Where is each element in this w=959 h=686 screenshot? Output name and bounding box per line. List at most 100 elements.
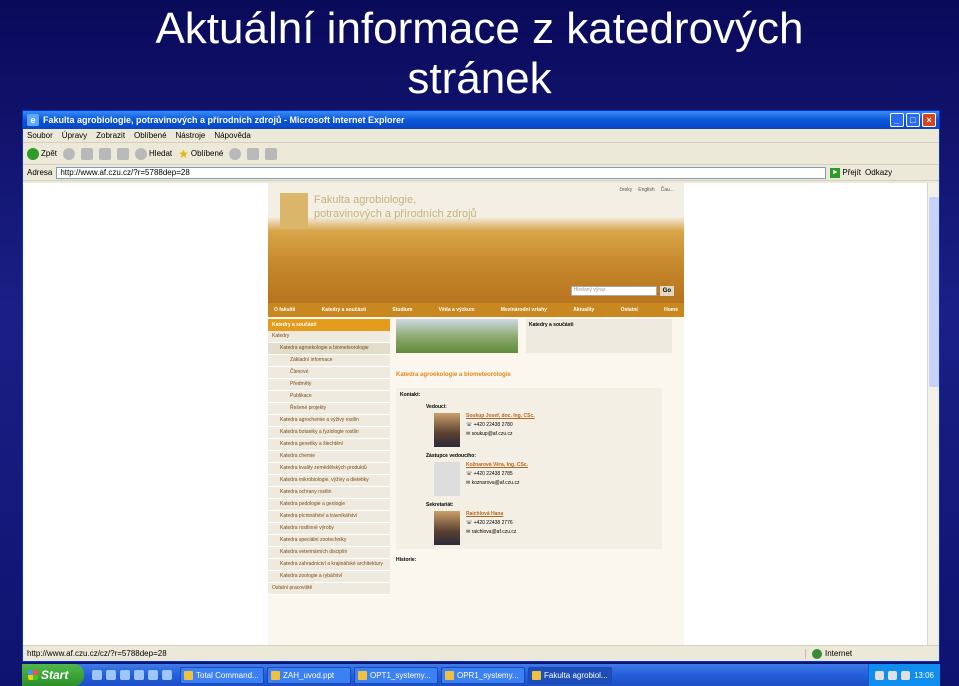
faculty-logo[interactable] (280, 193, 308, 227)
forward-icon[interactable] (63, 147, 76, 160)
faculty-name-line1: Fakulta agrobiologie, (314, 194, 417, 206)
site-nav-item[interactable]: Mezinárodní vztahy (501, 307, 547, 313)
menu-item[interactable]: Úpravy (62, 131, 87, 140)
leftnav-item[interactable]: Řešené projekty (268, 403, 390, 415)
menu-item[interactable]: Nástroje (176, 131, 206, 140)
leftnav-item[interactable]: Katedra kvality zemědělských produktů (268, 463, 390, 475)
main-content: Katedry a součásti Katedra agroekologie … (390, 319, 684, 595)
language-link[interactable]: English (638, 187, 654, 193)
leftnav-item[interactable]: Katedra chemie (268, 451, 390, 463)
site-nav-item[interactable]: Věda a výzkum (439, 307, 475, 313)
faculty-name-line2: potravinových a přírodních zdrojů (314, 208, 477, 220)
leftnav-item[interactable]: Katedra veterinárních disciplín (268, 547, 390, 559)
person-email[interactable]: ✉ soukup@af.czu.cz (466, 431, 535, 437)
site-nav-item[interactable]: Studium (392, 307, 412, 313)
quicklaunch-icon[interactable] (162, 670, 172, 680)
taskbar-button[interactable]: OPR1_systemy... (441, 666, 525, 684)
contact-section: Kontakt: Vedoucí: Soukup Josef, doc. Ing.… (396, 388, 662, 549)
home-icon[interactable] (117, 147, 130, 160)
window-titlebar[interactable]: e Fakulta agrobiologie, potravinových a … (23, 111, 939, 129)
start-button[interactable]: Start (22, 664, 84, 686)
leftnav-item[interactable]: Základní informace (268, 355, 390, 367)
print-icon[interactable] (265, 147, 278, 160)
site-nav-item[interactable]: Home (664, 307, 678, 313)
leftnav-item[interactable]: Katedra speciální zootechniky (268, 535, 390, 547)
slide-title: Aktuální informace z katedrových stránek (0, 4, 959, 104)
taskbar-button[interactable]: ZAH_uvod.ppt (267, 666, 351, 684)
leftnav-item[interactable]: Katedra agrochemie a výživy rostlin (268, 415, 390, 427)
person-info: Kožnarová Věra, Ing. CSc. ☏ +420 22438 27… (466, 462, 528, 496)
address-bar: Adresa http://www.af.czu.cz/?r=5788dep=2… (23, 165, 939, 181)
leftnav-item[interactable]: Katedra botaniky a fyziologie rostlin (268, 427, 390, 439)
contact-role: Zástupce vedoucího: (426, 453, 477, 459)
history-icon[interactable] (229, 147, 242, 160)
quicklaunch-icon[interactable] (148, 670, 158, 680)
leftnav-item[interactable]: Katedra ochrany rostlin (268, 487, 390, 499)
person-email[interactable]: ✉ koznarova@af.czu.cz (466, 480, 528, 486)
quicklaunch-icon[interactable] (134, 670, 144, 680)
app-icon (184, 670, 193, 680)
site-nav-item[interactable]: Katedry a součásti (322, 307, 366, 313)
person-email[interactable]: ✉ raichlova@af.czu.cz (466, 529, 516, 535)
refresh-icon[interactable] (99, 147, 112, 160)
scrollbar-thumb[interactable] (929, 197, 939, 387)
menu-item[interactable]: Oblíbené (134, 131, 166, 140)
menu-item[interactable]: Nápověda (214, 131, 250, 140)
site-nav-item[interactable]: Aktuality (573, 307, 594, 313)
site-search-go-button[interactable]: Go (659, 286, 674, 296)
mail-icon[interactable] (247, 147, 260, 160)
language-link[interactable]: Čau... (661, 187, 674, 193)
back-label: Zpět (41, 149, 58, 158)
leftnav-item[interactable]: Předměty (268, 379, 390, 391)
language-link[interactable]: česky (619, 187, 632, 193)
leftnav-item[interactable]: Katedra pícninářství a trávníkářství (268, 511, 390, 523)
close-button[interactable]: × (922, 113, 936, 127)
minimize-button[interactable]: _ (890, 113, 904, 127)
menu-item[interactable]: Soubor (27, 131, 53, 140)
tray-icon[interactable] (900, 670, 910, 680)
tray-icon[interactable] (874, 670, 884, 680)
quicklaunch-icon[interactable] (92, 670, 102, 680)
menu-item[interactable]: Zobrazit (96, 131, 125, 140)
quicklaunch-icon[interactable] (106, 670, 116, 680)
leftnav-item[interactable]: Katedra genetiky a šlechtění (268, 439, 390, 451)
site-search-input[interactable]: Hledaný výraz (570, 286, 657, 296)
back-button[interactable]: Zpět (27, 147, 58, 160)
person-phone: ☏ +420 22438 2785 (466, 471, 513, 477)
site-nav-item[interactable]: O fakultě (274, 307, 295, 313)
leftnav-item[interactable]: Katedra mikrobiologie, výživy a dietetik… (268, 475, 390, 487)
ie-icon: e (27, 114, 39, 126)
tray-icon[interactable] (887, 670, 897, 680)
favorites-label: Oblíbené (190, 149, 224, 158)
favorites-button[interactable]: ★ Oblíbené (178, 148, 223, 160)
taskbar-button[interactable]: Fakulta agrobiol... (528, 666, 612, 684)
person-name-link[interactable]: Raichlová Hana (466, 511, 516, 517)
leftnav-item[interactable]: Katedra agroekologie a biometeorologie (268, 343, 390, 355)
person-name-link[interactable]: Soukup Josef, doc. Ing. CSc. (466, 413, 535, 419)
leftnav-item[interactable]: Katedra zahradnictví a krajinářské archi… (268, 559, 390, 571)
leftnav-item[interactable]: Katedra zoologie a rybářství (268, 571, 390, 583)
leftnav-item[interactable]: Publikace (268, 391, 390, 403)
maximize-button[interactable]: □ (906, 113, 920, 127)
person-photo (434, 413, 460, 447)
leftnav-item[interactable]: Katedry (268, 331, 390, 343)
leftnav-item[interactable]: Členové (268, 367, 390, 379)
leftnav-heading[interactable]: Katedry a součásti (268, 319, 390, 331)
quicklaunch-icon[interactable] (120, 670, 130, 680)
taskbar-button[interactable]: Total Command... (180, 666, 264, 684)
go-button[interactable]: ► Přejít (830, 167, 861, 178)
site-nav-item[interactable]: Ostatní (621, 307, 638, 313)
links-label[interactable]: Odkazy (865, 168, 892, 177)
search-button[interactable]: Hledat (135, 147, 172, 160)
leftnav-item[interactable]: Katedra pedologie a geologie (268, 499, 390, 511)
stop-icon[interactable] (81, 147, 94, 160)
leftnav-item[interactable]: Katedra rostlinné výroby (268, 523, 390, 535)
leftnav-item[interactable]: Ostatní pracoviště (268, 583, 390, 595)
address-input[interactable]: http://www.af.czu.cz/?r=5788dep=28 (56, 166, 827, 179)
contact-person: Raichlová Hana ☏ +420 22438 2776 ✉ raichlo… (434, 511, 658, 545)
vertical-scrollbar[interactable] (927, 183, 939, 647)
status-url: http://www.af.czu.cz/cz/?r=5788dep=28 (27, 649, 167, 658)
taskbar-button[interactable]: OPT1_systemy... (354, 666, 438, 684)
status-bar: http://www.af.czu.cz/cz/?r=5788dep=28 In… (23, 645, 939, 661)
person-name-link[interactable]: Kožnarová Věra, Ing. CSc. (466, 462, 528, 468)
